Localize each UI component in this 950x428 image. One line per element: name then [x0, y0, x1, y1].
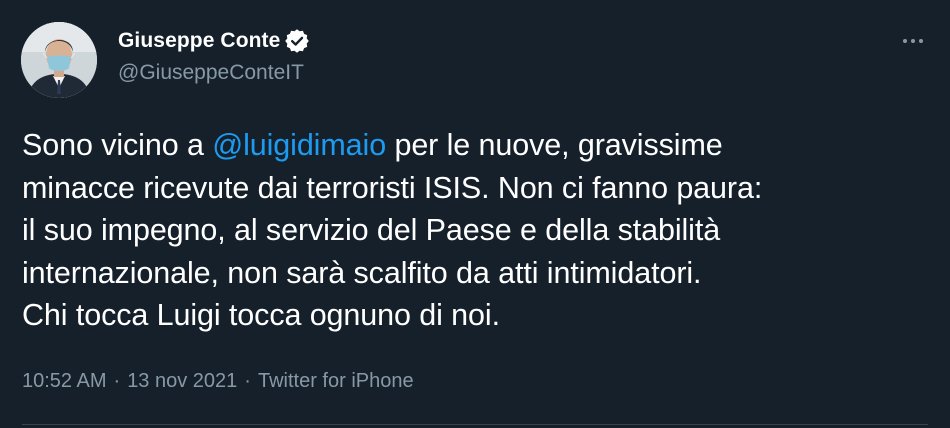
separator: ·: [113, 370, 121, 392]
avatar-photo-icon: [21, 22, 97, 98]
tweet-text-line: minacce ricevute dai terroristi ISIS. No…: [22, 170, 763, 205]
tweet-date-link[interactable]: 13 nov 2021: [127, 370, 237, 392]
tweet-text: Sono vicino a @luigidimaio per le nuove,…: [22, 124, 922, 337]
avatar[interactable]: [21, 22, 97, 98]
tweet-card: Giuseppe Conte @GiuseppeConteIT Sono vic…: [0, 0, 950, 428]
tweet-source-link[interactable]: Twitter for iPhone: [258, 370, 414, 392]
mention-link[interactable]: @luigidimaio: [212, 128, 386, 162]
verified-badge-icon: [285, 29, 310, 53]
tweet-time-link[interactable]: 10:52 AM: [22, 370, 107, 392]
tweet-text-line: Sono vicino a @luigidimaio per le nuove,…: [22, 128, 723, 162]
divider: [22, 424, 928, 425]
tweet-text-line: il suo impegno, al servizio del Paese e …: [22, 213, 721, 247]
author-display-name[interactable]: Giuseppe Conte: [118, 29, 280, 53]
tweet-author: Giuseppe Conte @GiuseppeConteIT: [118, 28, 310, 85]
tweet-text-line: internazionale, non sarà scalfito da att…: [22, 255, 702, 290]
author-name-row: Giuseppe Conte: [118, 28, 310, 54]
more-options-icon[interactable]: [896, 28, 930, 54]
separator: ·: [244, 370, 251, 392]
tweet-metadata: 10:52 AM · 13 nov 2021 · Twitter for iPhone: [22, 370, 414, 393]
tweet-text-line: Chi tocca Luigi tocca ognuno di noi.: [22, 298, 500, 332]
author-handle[interactable]: @GiuseppeConteIT: [118, 61, 309, 85]
